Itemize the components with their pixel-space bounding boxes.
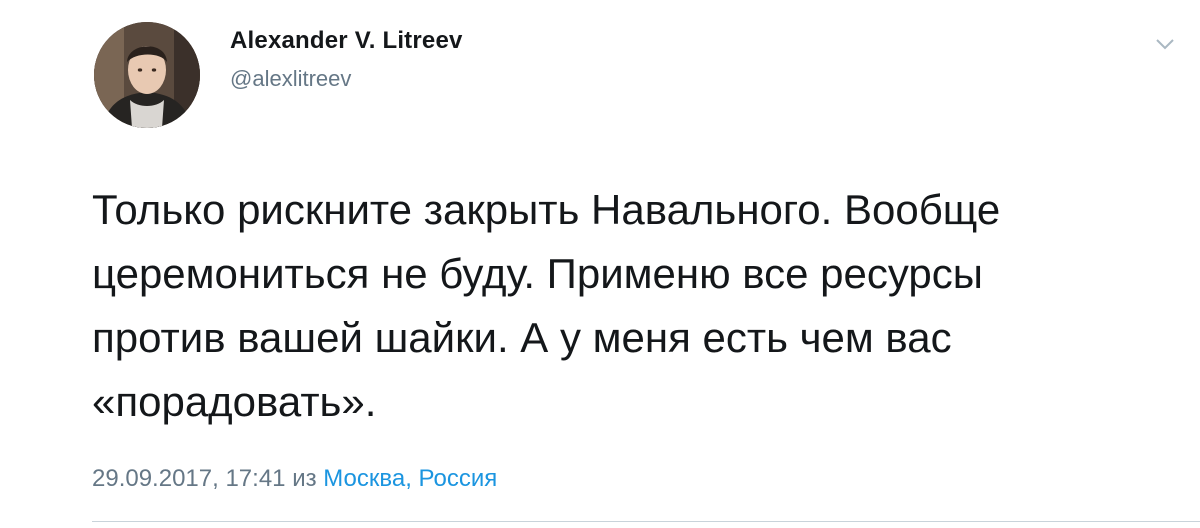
- tweet-text-line: против вашей шайки. А у меня есть чем ва…: [92, 314, 952, 361]
- tweet-text: Только рискните закрыть Навального. Вооб…: [92, 178, 1132, 434]
- chevron-down-icon[interactable]: [1153, 36, 1177, 52]
- timestamp[interactable]: 29.09.2017, 17:41: [92, 465, 286, 492]
- author-handle[interactable]: @alexlitreev: [230, 66, 351, 92]
- tweet-meta: 29.09.2017, 17:41 из Москва, Россия: [92, 465, 497, 493]
- from-word: из: [292, 465, 317, 492]
- location-link[interactable]: Москва, Россия: [323, 465, 497, 492]
- tweet-text-line: Только рискните закрыть Навального. Вооб…: [92, 186, 1001, 233]
- divider: [92, 521, 1200, 522]
- tweet-text-line: «порадовать».: [92, 378, 377, 425]
- profile-photo-icon: [94, 22, 200, 128]
- tweet-card: Alexander V. Litreev @alexlitreev Только…: [0, 0, 1200, 528]
- author-name[interactable]: Alexander V. Litreev: [230, 27, 463, 55]
- tweet-text-line: церемониться не буду. Применю все ресурс…: [92, 250, 983, 297]
- avatar[interactable]: [94, 22, 200, 128]
